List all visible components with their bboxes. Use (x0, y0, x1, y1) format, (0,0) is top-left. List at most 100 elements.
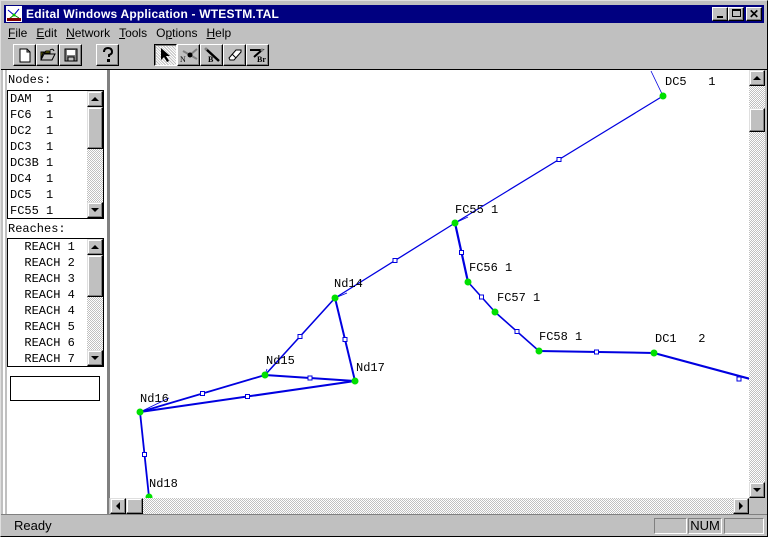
nodes-scroll-up-button[interactable] (87, 91, 103, 107)
reach-midpoint-handle[interactable] (459, 250, 464, 255)
arrow-down-icon (91, 356, 99, 360)
canvas-horizontal-thumb[interactable] (126, 498, 143, 514)
reach-list-item[interactable]: REACH 3 (8, 271, 86, 287)
canvas-scroll-up-button[interactable] (749, 70, 765, 86)
canvas-horizontal-scrollbar[interactable] (110, 498, 749, 514)
scrollbar-corner (749, 498, 765, 514)
reach-list-item[interactable]: REACH 5 (8, 319, 86, 335)
open-file-button[interactable] (36, 44, 59, 66)
svg-text:N: N (180, 55, 186, 63)
network-diagram[interactable]: DC5 1 FC55 1 FC56 1 FC57 1 FC58 1 DC1 2 Nd14 Nd… (108, 70, 749, 498)
nodes-scroll-thumb[interactable] (87, 107, 103, 149)
reach-midpoint-handle[interactable] (736, 376, 742, 382)
reach-list-item[interactable]: REACH 4 (8, 287, 86, 303)
erase-tool-button[interactable] (223, 44, 246, 66)
app-icon[interactable] (6, 6, 22, 22)
reach-midpoint-handle[interactable] (556, 157, 562, 162)
pointer-arrow-icon (160, 48, 170, 62)
reach-list-item[interactable]: REACH 7 (8, 351, 86, 366)
reach-list-item[interactable]: REACH 1 (8, 239, 86, 255)
node-label: DC1 2 (655, 332, 705, 346)
reach-midpoint-handle[interactable] (245, 394, 250, 399)
select-tool-button[interactable] (154, 44, 177, 66)
reach-midpoint-handle[interactable] (307, 375, 313, 381)
network-node-nd14[interactable] (331, 294, 339, 302)
reaches-scrollbar[interactable] (87, 239, 103, 366)
network-node-nd15[interactable] (261, 371, 269, 379)
arrow-right-icon (739, 502, 743, 510)
network-node-fc57[interactable] (491, 308, 499, 316)
node-list-item[interactable]: DC5 1 (8, 187, 86, 203)
reach-midpoint-handle[interactable] (342, 337, 348, 342)
reach-list-item[interactable]: REACH 2 (8, 255, 86, 271)
reach-midpoint-handle[interactable] (479, 294, 484, 300)
branch-reach-tool-button[interactable]: Br (246, 44, 269, 66)
menu-help[interactable]: Help (202, 24, 235, 42)
node-list-item[interactable]: DC3B 1 (8, 155, 86, 171)
node-label: DC5 1 (665, 75, 715, 89)
node-list-item[interactable]: DC4 1 (8, 171, 86, 187)
network-node-dc1[interactable] (650, 349, 658, 357)
node-list-item[interactable]: FC6 1 (8, 107, 86, 123)
node-label: Nd17 (356, 361, 385, 375)
node-list-item[interactable]: FC55 1 (8, 203, 86, 218)
nodes-listbox[interactable]: DAM 1 FC6 1 DC2 1 DC3 1 DC3B 1 DC4 1 DC5… (7, 90, 104, 219)
arrow-up-icon (753, 76, 761, 80)
reach-midpoint-handle[interactable] (200, 391, 205, 396)
node-list-item[interactable]: DC2 1 (8, 123, 86, 139)
reach-midpoint-handle[interactable] (392, 258, 398, 263)
menu-edit[interactable]: Edit (32, 24, 61, 42)
branch-tool-icon: B (204, 47, 220, 63)
close-icon: ✕ (748, 7, 760, 21)
node-label: Nd16 (140, 392, 169, 406)
network-canvas[interactable]: DC5 1 FC55 1 FC56 1 FC57 1 FC58 1 DC1 2 Nd14 Nd… (108, 70, 749, 498)
arrow-down-icon (753, 488, 761, 492)
save-file-button[interactable] (59, 44, 82, 66)
canvas-scroll-down-button[interactable] (749, 482, 765, 498)
canvas-vertical-scrollbar[interactable] (749, 70, 765, 498)
open-folder-icon (39, 48, 56, 61)
maximize-icon (731, 9, 741, 17)
node-list-item[interactable]: DC3 1 (8, 139, 86, 155)
reach-line-DC1-OFF1[interactable] (653, 351, 749, 384)
reach-midpoint-handle[interactable] (514, 329, 520, 334)
canvas-scroll-right-button[interactable] (733, 498, 749, 514)
network-node-nd17[interactable] (351, 377, 359, 385)
reaches-listbox[interactable]: REACH 1 REACH 2 REACH 3 REACH 4 REACH 4 … (7, 238, 104, 367)
reach-list-item[interactable]: REACH 6 (8, 335, 86, 351)
network-node-fc58[interactable] (535, 347, 543, 355)
canvas-scroll-left-button[interactable] (110, 498, 126, 514)
network-node-fc56[interactable] (464, 278, 472, 286)
branch-tool-button[interactable]: B (200, 44, 223, 66)
reaches-scroll-up-button[interactable] (87, 239, 103, 255)
value-edit-field[interactable] (10, 376, 100, 401)
minimize-button[interactable] (712, 7, 728, 21)
nodes-scroll-down-button[interactable] (87, 202, 103, 218)
network-node-nd16[interactable] (136, 408, 144, 416)
reaches-scroll-down-button[interactable] (87, 350, 103, 366)
menu-options[interactable]: Options (152, 24, 201, 42)
help-button[interactable] (96, 44, 119, 66)
close-button[interactable]: ✕ (746, 7, 762, 21)
reaches-scroll-thumb[interactable] (87, 255, 103, 297)
network-node-dc5[interactable] (659, 92, 667, 100)
new-file-button[interactable] (13, 44, 36, 66)
status-pane-scroll (724, 518, 764, 534)
reach-midpoint-handle[interactable] (142, 452, 147, 457)
canvas-vertical-thumb[interactable] (749, 108, 765, 132)
menu-network[interactable]: Network (62, 24, 114, 42)
reach-midpoint-handle[interactable] (594, 349, 599, 355)
label-leader-line (650, 70, 664, 97)
menu-tools[interactable]: Tools (115, 24, 151, 42)
network-node-fc55[interactable] (451, 219, 459, 227)
node-label: FC58 1 (539, 330, 582, 344)
toolbar: N B Br (1, 43, 767, 69)
node-list-item[interactable]: DAM 1 (8, 91, 86, 107)
maximize-button[interactable] (728, 7, 744, 21)
nodes-scrollbar[interactable] (87, 91, 103, 218)
branch-reach-tool-icon: Br (249, 48, 266, 63)
reach-midpoint-handle[interactable] (297, 334, 303, 339)
menu-file[interactable]: File (4, 24, 31, 42)
reach-list-item[interactable]: REACH 4 (8, 303, 86, 319)
node-tool-button[interactable]: N (177, 44, 200, 66)
